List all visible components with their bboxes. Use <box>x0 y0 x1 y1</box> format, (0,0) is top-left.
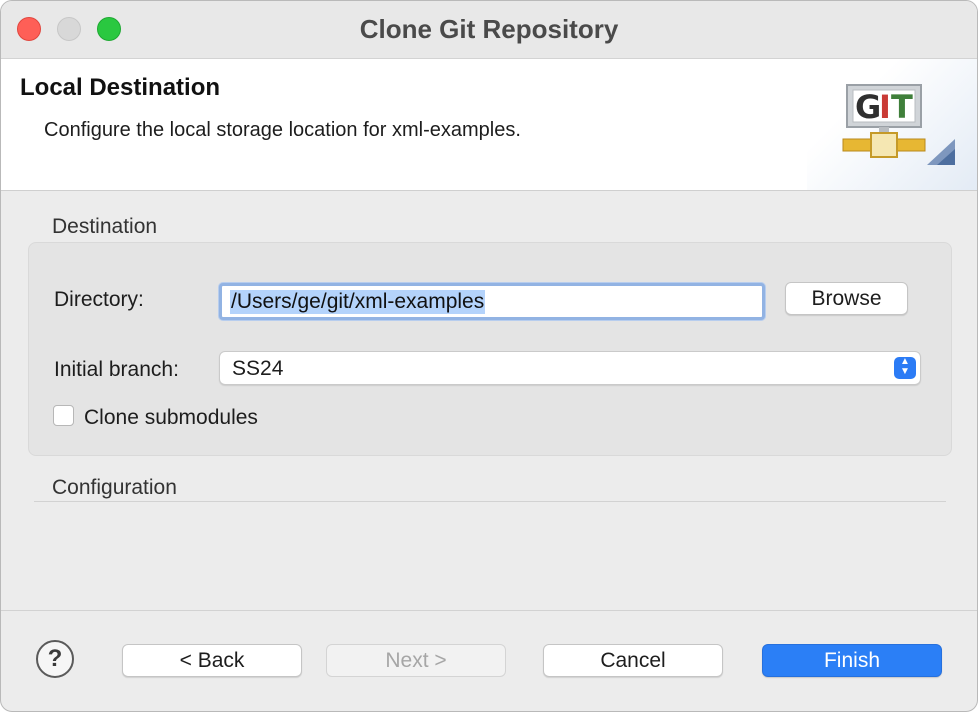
configuration-section-label: Configuration <box>52 476 177 499</box>
svg-text:T: T <box>891 88 913 126</box>
configuration-divider <box>34 501 946 502</box>
directory-value: /Users/ge/git/xml-examples <box>230 290 486 314</box>
page-description: Configure the local storage location for… <box>44 119 521 141</box>
wizard-banner: Local Destination Configure the local st… <box>1 59 977 191</box>
initial-branch-value: SS24 <box>232 357 284 380</box>
clone-submodules-checkbox[interactable] <box>53 405 74 426</box>
browse-button[interactable]: Browse <box>785 282 908 315</box>
svg-text:I: I <box>879 88 891 126</box>
clone-git-repository-dialog: Clone Git Repository Local Destination C… <box>0 0 978 712</box>
window-title: Clone Git Repository <box>359 14 619 44</box>
clone-submodules-label[interactable]: Clone submodules <box>84 406 258 430</box>
title-bar: Clone Git Repository <box>1 1 977 59</box>
finish-button[interactable]: Finish <box>762 644 942 677</box>
initial-branch-label: Initial branch: <box>54 358 179 381</box>
svg-text:G: G <box>855 88 881 126</box>
next-button[interactable]: Next > <box>326 644 506 677</box>
help-icon[interactable]: ? <box>36 640 74 678</box>
page-title: Local Destination <box>20 74 221 101</box>
git-logo-icon: G I T <box>842 84 955 165</box>
back-button[interactable]: < Back <box>122 644 302 677</box>
directory-input[interactable]: /Users/ge/git/xml-examples <box>219 283 765 320</box>
destination-section-label: Destination <box>52 215 158 238</box>
chevron-up-down-icon: ▲ ▼ <box>894 357 916 379</box>
footer-separator <box>1 610 977 611</box>
directory-label: Directory: <box>54 288 144 311</box>
initial-branch-select[interactable]: SS24 ▲ ▼ <box>219 351 921 385</box>
cancel-button[interactable]: Cancel <box>543 644 723 677</box>
